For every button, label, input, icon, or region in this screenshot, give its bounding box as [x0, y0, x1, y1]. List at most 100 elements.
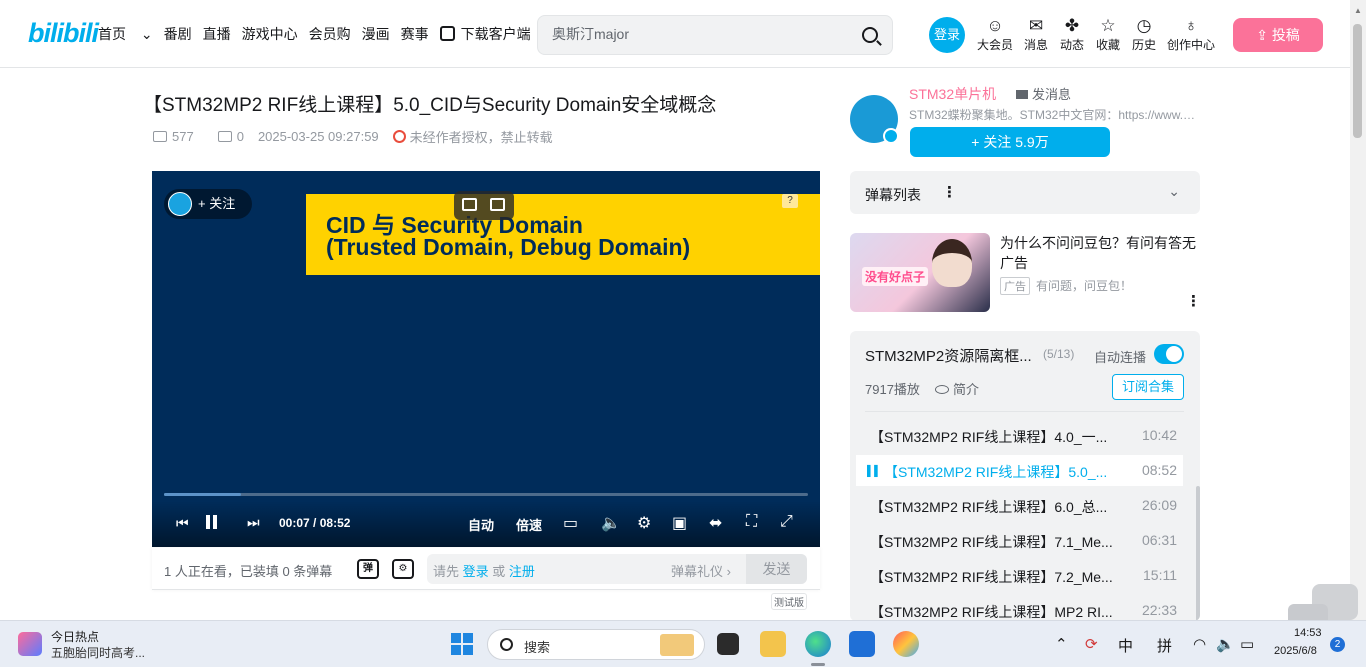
volume-icon[interactable]: 🔈: [601, 513, 621, 533]
widescreen-icon[interactable]: ⬌: [709, 513, 722, 533]
autoplay-toggle[interactable]: [1154, 344, 1184, 364]
uploader-description: STM32蝶粉聚集地。STM32中文官网：https://www.stmcu.c…: [909, 108, 1199, 122]
uploader-name[interactable]: STM32单片机: [909, 84, 996, 104]
nav-download[interactable]: 下载客户端: [439, 24, 542, 44]
header-dynamic[interactable]: ✤ 动态: [1054, 16, 1090, 53]
uploader-avatar[interactable]: [850, 95, 899, 144]
episode-item-active[interactable]: ▌▌ 【STM32MP2 RIF线上课程】5.0_... 08:52: [856, 455, 1183, 486]
ad-thumb-text: 没有好点子: [862, 267, 929, 286]
eye-icon: [935, 385, 949, 394]
chevron-down-icon[interactable]: ⌄: [1168, 183, 1180, 200]
previous-icon[interactable]: ⏮: [176, 515, 189, 532]
danmaku-icon: [217, 131, 232, 142]
paint-icon[interactable]: [893, 631, 919, 657]
nav-match[interactable]: 赛事: [401, 24, 429, 44]
mini-window-icon[interactable]: [462, 198, 477, 211]
header-favorite[interactable]: ☆ 收藏: [1090, 16, 1126, 53]
video-player[interactable]: CID 与 Security Domain (Trusted Domain, D…: [152, 171, 820, 547]
header-creator[interactable]: ♁ 创作中心: [1162, 16, 1220, 53]
task-view-icon[interactable]: [717, 633, 739, 655]
collection-scrollbar[interactable]: [1196, 486, 1200, 621]
battery-icon[interactable]: ▭: [1240, 635, 1254, 653]
danmaku-etiquette-link[interactable]: 弹幕礼仪 ›: [671, 561, 731, 580]
top-header: bilibili 首页 ⌄ 番剧 直播 游戏中心 会员购 漫画 赛事 下载客户端…: [0, 0, 1350, 68]
ime-language[interactable]: 中: [1118, 635, 1133, 656]
store-icon[interactable]: [849, 631, 875, 657]
episode-item[interactable]: 【STM32MP2 RIF线上课程】4.0_一... 10:42: [856, 420, 1183, 451]
header-vip[interactable]: ☺ 大会员: [972, 16, 1018, 53]
clock-time[interactable]: 14:53: [1294, 627, 1322, 639]
tray-expand-icon[interactable]: ⌃: [1055, 635, 1068, 653]
volume-muted-icon[interactable]: 🔈: [1216, 635, 1235, 653]
danmaku-input[interactable]: 请先 登录 或 注册 弹幕礼仪 › 发送: [427, 554, 807, 584]
danmaku-register-link[interactable]: 注册: [509, 564, 535, 579]
speed-button[interactable]: 倍速: [516, 515, 542, 534]
header-history[interactable]: ◷ 历史: [1126, 16, 1162, 53]
page-scrollbar[interactable]: ▲: [1350, 0, 1366, 620]
danmaku-list-panel[interactable]: 弹幕列表 ⋮ ⌄: [850, 171, 1200, 214]
ime-mode[interactable]: 拼: [1157, 635, 1172, 656]
search-icon[interactable]: [862, 27, 878, 43]
danmaku-toggle-icon[interactable]: 弹: [357, 559, 379, 579]
picture-in-picture-icon[interactable]: [490, 198, 505, 211]
more-options-icon[interactable]: ⋮: [1186, 292, 1201, 310]
upload-button[interactable]: ⇪ 投稿: [1233, 18, 1323, 52]
tray-sync-icon[interactable]: ⟳: [1085, 635, 1098, 653]
episode-item[interactable]: 【STM32MP2 RIF线上课程】7.1_Me... 06:31: [856, 525, 1183, 556]
beta-tag: 测试版: [771, 593, 807, 610]
episode-item[interactable]: 【STM32MP2 RIF线上课程】6.0_总... 26:09: [856, 490, 1183, 521]
ad-title[interactable]: 为什么不问问豆包？有问有答无广告: [1000, 233, 1200, 273]
nav-mall[interactable]: 会员购: [309, 24, 351, 44]
edge-browser-icon[interactable]: [805, 631, 831, 657]
web-fullscreen-icon[interactable]: ⛶: [746, 513, 757, 531]
bilibili-logo[interactable]: bilibili: [28, 18, 99, 49]
danmaku-bar: 1 人正在看，已装填 0 条弹幕 弹 ⚙ 请先 登录 或 注册 弹幕礼仪 › 发…: [152, 548, 820, 590]
favorite-icon: ☆: [1100, 16, 1116, 35]
send-message-link[interactable]: 发消息: [1016, 84, 1071, 103]
news-widget-icon[interactable]: [18, 632, 42, 656]
nav-bangumi[interactable]: 番剧: [164, 24, 192, 44]
windows-taskbar: 今日热点 五胞胎同时高考... 搜索 ⌃ ⟳ 中 拼 ◠ 🔈 ▭ 14:53 2…: [0, 620, 1366, 667]
subscribe-collection-button[interactable]: 订阅合集: [1112, 374, 1184, 400]
nav-home[interactable]: 首页 ⌄: [98, 24, 153, 44]
search-input[interactable]: [552, 26, 842, 42]
episode-item[interactable]: 【STM32MP2 RIF线上课程】7.2_Me... 15:11: [856, 560, 1183, 591]
search-box[interactable]: [537, 15, 893, 55]
player-follow-button[interactable]: + 关注: [164, 189, 252, 219]
mini-player-icon[interactable]: ▣: [672, 513, 687, 533]
follow-button[interactable]: + 关注 5.9万: [910, 127, 1110, 157]
chevron-right-icon: ›: [726, 564, 731, 579]
collection-intro[interactable]: 简介: [935, 379, 979, 398]
nav-game[interactable]: 游戏中心: [242, 24, 298, 44]
danmaku-login-link[interactable]: 登录: [463, 564, 489, 579]
scroll-up-icon[interactable]: ▲: [1354, 6, 1362, 15]
nav-live[interactable]: 直播: [203, 24, 231, 44]
notification-badge[interactable]: 2: [1330, 637, 1345, 652]
ad-thumbnail[interactable]: 没有好点子: [850, 233, 990, 312]
pause-icon[interactable]: [204, 515, 220, 529]
danmaku-settings-icon[interactable]: ⚙: [392, 559, 414, 579]
progress-bar[interactable]: [164, 493, 808, 496]
login-button[interactable]: 登录: [929, 17, 965, 53]
clock-date[interactable]: 2025/6/8: [1274, 645, 1317, 657]
more-options-icon[interactable]: ⋮: [942, 183, 957, 201]
fullscreen-icon[interactable]: ⤢: [780, 513, 793, 531]
start-tile: [463, 633, 473, 643]
send-button[interactable]: 发送: [746, 554, 807, 584]
news-widget-title[interactable]: 今日热点: [51, 628, 99, 645]
quality-button[interactable]: 自动: [468, 515, 494, 534]
help-icon[interactable]: ?: [782, 194, 798, 208]
file-explorer-icon[interactable]: [760, 631, 786, 657]
taskbar-search[interactable]: 搜索: [487, 629, 705, 660]
subtitle-off-icon[interactable]: ▭: [563, 513, 578, 533]
next-icon[interactable]: ⏭: [247, 514, 260, 531]
nav-manga[interactable]: 漫画: [362, 24, 390, 44]
header-message[interactable]: ✉ 消息: [1018, 16, 1054, 53]
scrollbar-thumb[interactable]: [1353, 24, 1362, 138]
wifi-icon[interactable]: ◠: [1193, 635, 1206, 653]
settings-icon[interactable]: ⚙: [637, 513, 651, 533]
windows-start-icon[interactable]: [451, 633, 473, 655]
episode-item[interactable]: 【STM32MP2 RIF线上课程】MP2 RI... 22:33: [856, 595, 1183, 621]
news-widget-subtitle[interactable]: 五胞胎同时高考...: [51, 644, 145, 661]
collection-title[interactable]: STM32MP2资源隔离框...: [865, 345, 1032, 366]
